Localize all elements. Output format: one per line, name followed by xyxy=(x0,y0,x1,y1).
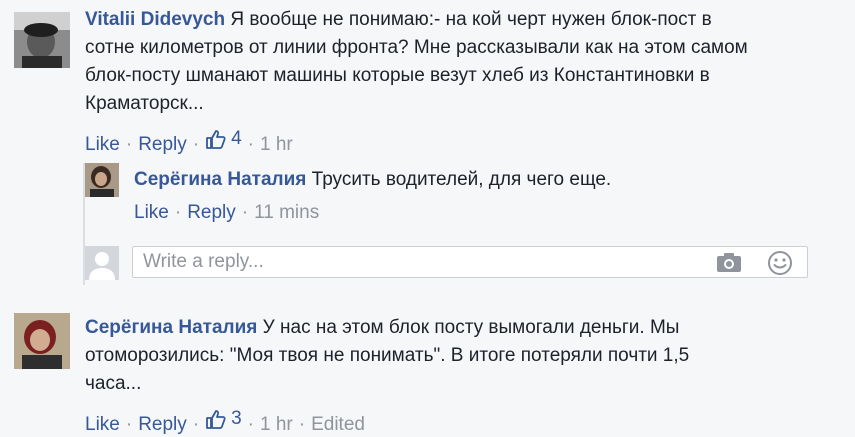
separator: · xyxy=(192,134,200,155)
separator: · xyxy=(192,414,200,435)
separator: · xyxy=(125,134,133,155)
like-count[interactable]: 3 xyxy=(205,407,242,431)
reply-input[interactable] xyxy=(143,250,683,274)
comment-actions: Like · Reply · 4 · 1 hr xyxy=(85,127,293,157)
timestamp[interactable]: 1 hr xyxy=(260,134,293,155)
reply-body: Серёгина Наталия Трусить водителей, для … xyxy=(134,166,834,194)
like-link[interactable]: Like xyxy=(85,414,120,435)
avatar[interactable] xyxy=(14,12,70,68)
thumbs-up-icon xyxy=(206,130,226,149)
default-avatar xyxy=(85,246,119,280)
like-link[interactable]: Like xyxy=(85,134,120,155)
reply-actions: Like · Reply · 11 mins xyxy=(134,201,319,225)
separator: · xyxy=(247,134,254,155)
separator: · xyxy=(241,202,249,223)
avatar-image xyxy=(14,313,70,369)
timestamp[interactable]: 11 mins xyxy=(254,202,319,223)
comment-author[interactable]: Серёгина Наталия xyxy=(85,317,257,338)
separator: · xyxy=(174,202,182,223)
separator: · xyxy=(298,414,306,435)
reply-link[interactable]: Reply xyxy=(138,414,187,435)
separator: · xyxy=(125,414,133,435)
like-link[interactable]: Like xyxy=(134,202,169,223)
comment-body: Vitalii Didevych Я вообще не понимаю:- н… xyxy=(85,6,845,118)
like-count-value: 4 xyxy=(231,128,242,149)
timestamp[interactable]: 1 hr xyxy=(260,414,293,435)
reply-author[interactable]: Серёгина Наталия xyxy=(134,169,306,190)
like-count-value: 3 xyxy=(231,408,242,429)
comment-text-line: сотне километров от линии фронта? Мне ра… xyxy=(85,37,748,58)
reply-composer xyxy=(132,246,808,278)
comment-body: Серёгина Наталия У нас на этом блок пост… xyxy=(85,314,845,398)
reply-text: Трусить водителей, для чего еще. xyxy=(311,169,612,190)
user-silhouette-icon xyxy=(85,246,119,280)
reply-link[interactable]: Reply xyxy=(187,202,236,223)
comment-text-line: У нас на этом блок посту вымогали деньги… xyxy=(262,317,680,338)
camera-icon[interactable] xyxy=(715,251,743,278)
separator: · xyxy=(247,414,254,435)
comment-text-line: Краматорск... xyxy=(85,93,204,114)
comment-text-line: Я вообще не понимаю:- на кой черт нужен … xyxy=(230,9,712,30)
thumbs-up-icon xyxy=(206,410,226,429)
avatar-image xyxy=(85,163,119,197)
comment-actions: Like · Reply · 3 · 1 hr · Edited xyxy=(85,407,365,437)
comment-text-line: блок-посту шманают машины которые везут … xyxy=(85,65,710,86)
avatar[interactable] xyxy=(85,163,119,197)
reply-link[interactable]: Reply xyxy=(138,134,187,155)
edited-label[interactable]: Edited xyxy=(311,414,365,435)
avatar-image xyxy=(14,12,70,68)
comment-text-line: отоморозились: "Моя твоя не понимать". В… xyxy=(85,345,690,366)
like-count[interactable]: 4 xyxy=(205,127,242,151)
comment-author[interactable]: Vitalii Didevych xyxy=(85,9,225,30)
avatar[interactable] xyxy=(14,313,70,369)
comment-text-line: часа... xyxy=(85,373,142,394)
smiley-icon[interactable] xyxy=(767,250,793,281)
